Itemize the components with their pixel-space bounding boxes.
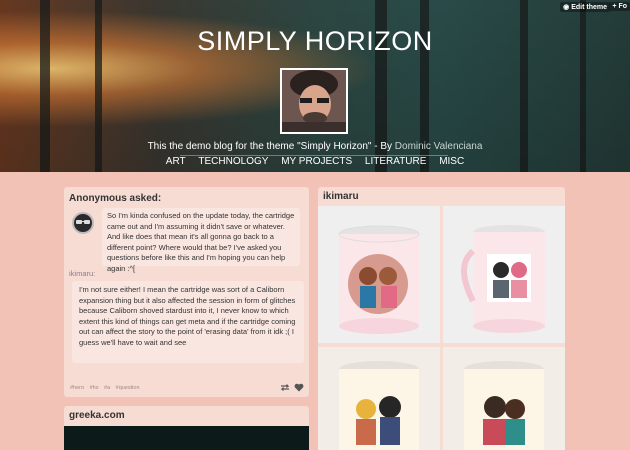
photo-mug-3[interactable] [318,347,440,450]
follow-button[interactable]: + Fo [609,2,630,11]
link-post-image[interactable] [64,426,309,450]
main-nav: ART TECHNOLOGY MY PROJECTS LITERATURE MI… [0,156,630,167]
photo-mug-1[interactable] [318,206,440,343]
author-link[interactable]: Dominic Valenciana [395,141,483,152]
answerer-link[interactable]: ikimaru [69,269,93,278]
nav-item-technology[interactable]: TECHNOLOGY [198,156,268,167]
tag-link[interactable]: #question [116,385,140,391]
photo-mug-2[interactable] [443,206,565,343]
link-post: greeka.com [64,406,309,450]
nav-item-misc[interactable]: MISC [439,156,464,167]
blog-header: ◉ Edit theme + Fo SIMPLY HORIZON This th… [0,0,630,172]
nav-item-art[interactable]: ART [166,156,186,167]
edit-theme-label: Edit theme [571,4,607,11]
avatar-portrait [282,70,346,132]
blog-description: This the demo blog for the theme "Simply… [0,141,630,152]
description-text: This the demo blog for the theme "Simply… [147,141,395,152]
mug-image [318,206,440,343]
ask-post: Anonymous asked: So I'm kinda confused o… [64,187,309,397]
tag-link[interactable]: #hero [70,385,84,391]
ask-post-title: Anonymous asked: [69,193,162,204]
reblog-icon[interactable] [280,383,290,392]
blog-avatar[interactable] [280,68,348,134]
sunglasses-icon [76,220,90,224]
link-post-title[interactable]: greeka.com [69,410,125,421]
nav-item-literature[interactable]: LITERATURE [365,156,427,167]
answer-text: I'm not sure either! I mean the cartridg… [72,281,304,363]
answerer-name[interactable]: ikimaru: [69,269,95,278]
photo-post: ikimaru [318,187,565,450]
question-text: So I'm kinda confused on the update toda… [102,208,300,273]
edit-theme-button[interactable]: ◉ Edit theme [560,2,610,12]
mug-image [443,347,565,450]
anonymous-avatar-icon [72,212,94,234]
post-tags: #hero #hs #a #question [70,385,144,391]
blog-title[interactable]: SIMPLY HORIZON [0,26,630,57]
mug-image [443,206,565,343]
tag-link[interactable]: #a [104,385,110,391]
heart-icon[interactable] [294,383,304,392]
tag-link[interactable]: #hs [90,385,99,391]
mug-image [318,347,440,450]
eye-icon: ◉ [563,4,570,11]
photo-post-title[interactable]: ikimaru [323,191,359,202]
photo-mug-4[interactable] [443,347,565,450]
nav-item-my-projects[interactable]: MY PROJECTS [281,156,352,167]
